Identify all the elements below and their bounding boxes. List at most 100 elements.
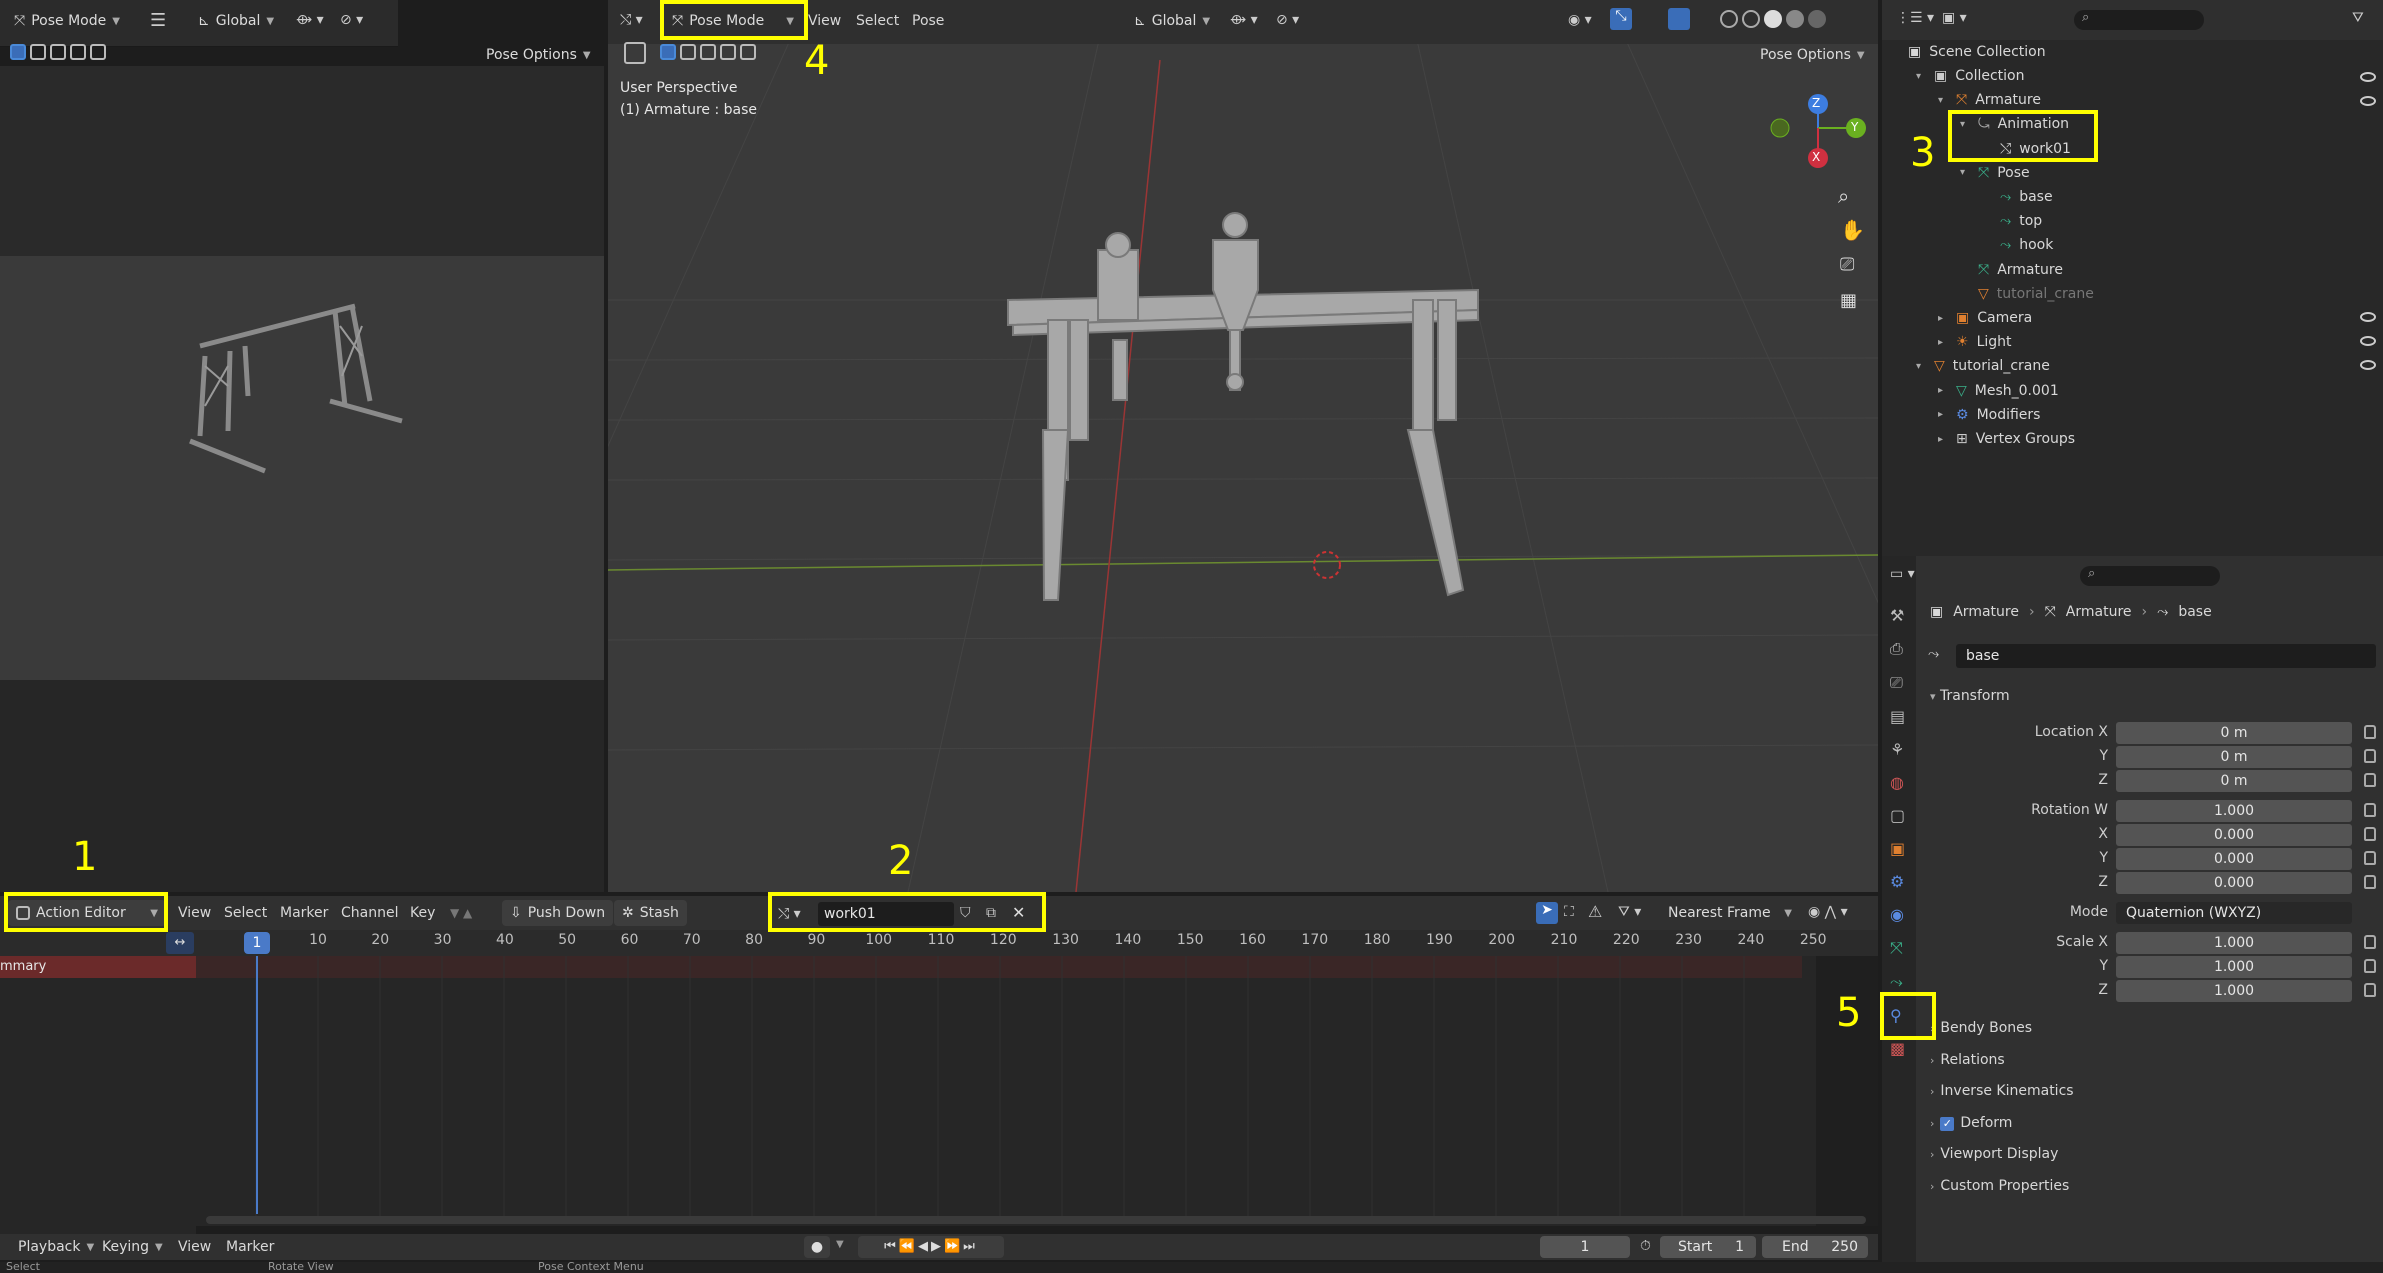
outliner-editor-type-icon[interactable]: ⋮☰ ▾ [1896, 10, 1934, 26]
visibility-icon[interactable]: ◉ ▾ [1568, 12, 1592, 28]
unlink-action-close-icon[interactable]: ✕ [1012, 903, 1025, 922]
properties-panel-header[interactable]: › Bendy Bones [1930, 1020, 2032, 1036]
end-frame-field[interactable]: End 250 [1762, 1236, 1868, 1258]
hamburger-menu-icon[interactable]: ☰ [150, 10, 166, 31]
editor-type-icon[interactable]: ⤭ ▾ [620, 12, 643, 28]
action-menu-channel[interactable]: Channel [341, 905, 398, 921]
lock-icon[interactable] [2364, 851, 2376, 865]
visibility-eye-icon[interactable] [2360, 336, 2376, 346]
viewport-3d[interactable] [608, 0, 1878, 892]
perspective-toggle-icon[interactable]: ▦ [1840, 290, 1857, 311]
transform-value-field[interactable]: 0.000 [2116, 848, 2352, 870]
properties-editor-type-icon[interactable]: ▭ ▾ [1890, 566, 1915, 582]
expand-arrow-icon[interactable]: ▾ [1916, 361, 1926, 372]
only-selected-icon[interactable]: ➤ [1536, 902, 1558, 924]
properties-search-input[interactable]: ⌕ [2080, 566, 2220, 586]
tool-tab-icon[interactable]: ⚒ [1890, 606, 1905, 625]
outliner-item[interactable]: ▸ ▽ Mesh_0.001 [1938, 379, 2059, 403]
rotation-mode-dropdown[interactable]: Quaternion (WXYZ) [2116, 902, 2352, 924]
proportional-editing-icon[interactable]: ◉ ⋀ ▾ [1808, 904, 1848, 920]
output-tab-icon[interactable]: ⎚ [1890, 673, 1905, 693]
transform-value-field[interactable]: 1.000 [2116, 932, 2352, 954]
select-intersect-icon[interactable] [90, 44, 106, 60]
left-mode-dropdown[interactable]: ⤧ Pose Mode ▼ [6, 8, 128, 34]
outliner-item[interactable]: ▾ ▣ Collection [1916, 64, 2024, 88]
solid-shading-icon[interactable] [1764, 10, 1782, 28]
material-shading-icon[interactable] [1786, 10, 1804, 28]
expand-arrow-icon[interactable]: ▾ [1938, 95, 1948, 106]
filter-icon[interactable]: ⛛ ▾ [1618, 904, 1641, 920]
lock-icon[interactable] [2364, 725, 2376, 739]
transform-value-field[interactable]: 0 m [2116, 746, 2352, 768]
outliner-display-mode-icon[interactable]: ▣ ▾ [1942, 10, 1967, 26]
outliner-item[interactable]: ▸ ☀ Light [1938, 330, 2012, 354]
expand-arrow-icon[interactable]: ▸ [1938, 337, 1948, 348]
select-box-icon[interactable] [660, 44, 676, 60]
viewport-mode-dropdown[interactable]: ⤧ Pose Mode ▼ [664, 8, 802, 34]
expand-arrow-icon[interactable]: ▸ [1938, 409, 1948, 420]
select-box-icon[interactable] [10, 44, 26, 60]
viewport-select-modes[interactable] [660, 44, 756, 60]
left-pose-options[interactable]: Pose Options ▼ [478, 42, 599, 68]
bone-constraint-tab-icon[interactable]: ⚲ [1890, 1006, 1905, 1025]
outliner-item[interactable]: ⤳ top [1982, 209, 2042, 233]
outliner-scene-collection[interactable]: ▣ Scene Collection [1908, 40, 2046, 64]
left-transform-orientation[interactable]: ⊾ Global ▼ [190, 8, 282, 34]
lock-icon[interactable] [2364, 983, 2376, 997]
expand-arrow-icon[interactable]: ▸ [1938, 385, 1948, 396]
action-menu-select[interactable]: Select [224, 905, 267, 921]
outliner-item[interactable]: ▸ ▣ Camera [1938, 306, 2032, 330]
lock-icon[interactable] [2364, 935, 2376, 949]
snap-icon[interactable]: ⊘ ▾ [340, 12, 363, 28]
outliner-item[interactable]: ▾ ⤧ Armature [1938, 88, 2041, 112]
action-nav-arrows-icon[interactable]: ▼ ▲ [450, 906, 472, 920]
expand-arrow-icon[interactable]: ▸ [1938, 313, 1948, 324]
outliner-search-input[interactable]: ⌕ [2074, 10, 2204, 30]
lock-icon[interactable] [2364, 773, 2376, 787]
start-frame-field[interactable]: Start 1 [1660, 1236, 1756, 1258]
transform-value-field[interactable]: 1.000 [2116, 956, 2352, 978]
view-layer-tab-icon[interactable]: ▤ [1890, 707, 1905, 726]
visibility-eye-icon[interactable] [2360, 96, 2376, 106]
show-hidden-icon[interactable]: ⛶ [1564, 904, 1574, 920]
keying-menu[interactable]: Keying ▼ [94, 1234, 171, 1260]
expand-arrow-icon[interactable]: ▸ [1938, 434, 1948, 445]
viewport-transform-orientation[interactable]: ⊾ Global ▼ [1126, 8, 1218, 34]
visibility-eye-icon[interactable] [2360, 360, 2376, 370]
lock-icon[interactable] [2364, 959, 2376, 973]
fake-user-shield-icon[interactable]: ⛉ [960, 905, 971, 921]
expand-arrow-icon[interactable]: ▾ [1916, 71, 1926, 82]
push-down-button[interactable]: ⇩ Push Down [502, 900, 614, 926]
select-extend-icon[interactable] [680, 44, 696, 60]
object-tab-icon[interactable]: ▣ [1890, 839, 1905, 858]
expand-arrow-icon[interactable]: ▾ [1960, 119, 1970, 130]
transform-value-field[interactable]: 0 m [2116, 722, 2352, 744]
editor-type-dropdown[interactable]: Action Editor ▼ [8, 900, 166, 926]
action-menu-marker[interactable]: Marker [280, 905, 328, 921]
chevron-down-icon[interactable]: ▼ [836, 1239, 844, 1250]
viewport-menu-select[interactable]: Select [856, 13, 899, 29]
visibility-eye-icon[interactable] [2360, 312, 2376, 322]
playback-controls[interactable]: ⏮⏪◀▶⏩⏭ [858, 1236, 1004, 1258]
outliner-item[interactable]: ▽ tutorial_crane [1960, 282, 2094, 306]
record-keyframe-icon[interactable]: ● [804, 1236, 830, 1258]
duplicate-action-icon[interactable]: ⧉ [986, 905, 996, 921]
summary-channel[interactable]: mmary [0, 956, 196, 978]
horizontal-scrollbar[interactable] [206, 1216, 1866, 1224]
transform-value-field[interactable]: 1.000 [2116, 980, 2352, 1002]
tweak-tool-icon[interactable] [624, 42, 646, 64]
lock-icon[interactable] [2364, 827, 2376, 841]
outliner-item[interactable]: ⤭ work01 [1982, 137, 2071, 161]
playback-menu[interactable]: Playback ▼ [10, 1234, 102, 1260]
outliner-item[interactable]: ▸ ⚙ Modifiers [1938, 403, 2040, 427]
properties-panel-header[interactable]: › Custom Properties [1930, 1178, 2069, 1194]
xray-icon[interactable] [1742, 10, 1760, 28]
stash-button[interactable]: ✲ Stash [614, 900, 687, 926]
select-subtract-icon[interactable] [700, 44, 716, 60]
scene-tab-icon[interactable]: ⚘ [1890, 740, 1905, 759]
rendered-shading-icon[interactable] [1808, 10, 1826, 28]
viewport-menu-view[interactable]: View [808, 13, 841, 29]
outliner-filter-icon[interactable]: ⛛ [2352, 10, 2364, 26]
pivot-point-icon[interactable]: ⟴ ▾ [1230, 12, 1258, 28]
properties-panel-header[interactable]: › Inverse Kinematics [1930, 1083, 2074, 1099]
